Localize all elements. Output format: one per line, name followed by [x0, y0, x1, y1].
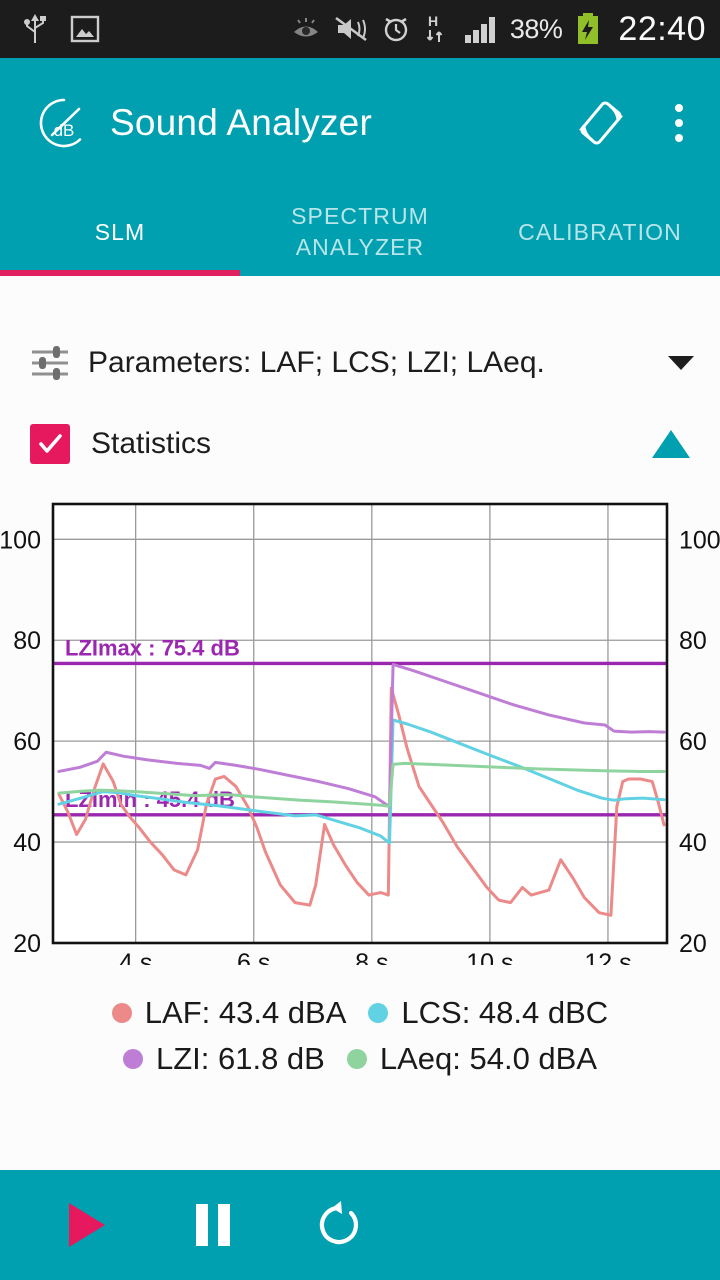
legend-row-2: LZI: 61.8 dB LAeq: 54.0 dBA: [122, 1041, 598, 1077]
slm-chart-svg: LZImax : 75.4 dBLZImin : 45.4 dB20 2040 40…: [0, 502, 720, 965]
eye-smart-stay-icon: [293, 18, 318, 37]
tab-calibration[interactable]: CALIBRATION: [480, 188, 720, 276]
reset-button[interactable]: [306, 1192, 372, 1258]
y-tick-label-left: 40: [13, 829, 41, 857]
legend-item-laeq: LAeq: 54.0 dBA: [346, 1041, 598, 1077]
tab-bar: SLM SPECTRUM ANALYZER CALIBRATION: [0, 188, 720, 276]
statistics-label: Statistics: [91, 427, 212, 460]
y-tick-label-right: 60: [679, 728, 707, 756]
app-bar-actions: [574, 96, 696, 150]
alarm-clock-icon: [384, 17, 408, 42]
transport-bar: [0, 1170, 720, 1280]
status-bar-left-icons: [22, 12, 100, 46]
y-tick-label-left: 60: [13, 728, 41, 756]
reset-icon: [319, 1201, 359, 1245]
app-title: Sound Analyzer: [110, 102, 372, 143]
y-tick-label-right: 80: [679, 627, 707, 655]
status-bar: H 38% 22:40: [0, 0, 720, 58]
parameters-row[interactable]: Parameters: LAF; LCS; LZI; LAeq.: [0, 330, 720, 396]
legend-item-laf: LAF: 43.4 dBA: [111, 995, 347, 1031]
legend-dot-lcs: [368, 1003, 389, 1023]
battery-charging-icon: [578, 13, 599, 44]
gallery-image-icon: [70, 15, 100, 43]
plot-background: [53, 504, 667, 943]
db-gauge-logo-icon: dB: [39, 98, 82, 148]
legend-dot-laeq: [346, 1049, 367, 1069]
legend-label-lcs: LCS: 48.4 dBC: [401, 995, 609, 1030]
legend-label-laf: LAF: 43.4 dBA: [144, 995, 347, 1030]
x-tick-label: 4 s: [119, 949, 152, 965]
signal-bars-icon: [464, 17, 495, 43]
statistics-row[interactable]: Statistics: [0, 414, 720, 474]
check-icon: [39, 434, 62, 453]
triangle-up-icon[interactable]: [652, 430, 690, 458]
x-tick-label: 12 s: [584, 949, 631, 965]
legend-label-laeq: LAeq: 54.0 dBA: [379, 1041, 598, 1076]
legend-label-lzi: LZI: 61.8 dB: [155, 1041, 325, 1076]
y-tick-label-right: 40: [679, 829, 707, 857]
status-clock: 22:40: [618, 9, 706, 48]
screen-rotation-icon[interactable]: [574, 96, 628, 150]
app-root: H 38% 22:40 dB Sound Analyzer SLM SPECTR…: [0, 0, 720, 1280]
tab-spectrum-analyzer[interactable]: SPECTRUM ANALYZER: [240, 188, 480, 276]
sound-mute-vibrate-icon: [335, 16, 367, 42]
slm-chart[interactable]: LZImax : 75.4 dB LZImin : 45.4 dB 20 20 40 40…: [0, 495, 720, 965]
app-bar: dB Sound Analyzer: [0, 58, 720, 188]
legend-dot-laf: [111, 1003, 132, 1023]
svg-text:H: H: [428, 13, 438, 29]
usb-icon: [24, 14, 46, 43]
pause-icon: [196, 1204, 230, 1246]
y-tick-label-right: 100: [679, 526, 720, 554]
y-tick-label-left: 100: [0, 526, 41, 554]
parameters-label: Parameters: LAF; LCS; LZI; LAeq.: [88, 346, 545, 379]
legend-row-1: LAF: 43.4 dBA LCS: 48.4 dBC: [111, 995, 608, 1031]
x-tick-label: 6 s: [237, 949, 270, 965]
svg-text:dB: dB: [54, 121, 75, 140]
hspa-data-icon: H: [426, 13, 443, 42]
y-tick-label-left: 80: [13, 627, 41, 655]
x-tick-label: 8 s: [355, 949, 388, 965]
tab-active-indicator: [0, 270, 240, 276]
chart-legend: LAF: 43.4 dBA LCS: 48.4 dBC LZI: 61.8 dB…: [0, 995, 720, 1077]
pause-button[interactable]: [180, 1192, 246, 1258]
legend-item-lzi: LZI: 61.8 dB: [122, 1041, 325, 1077]
statistics-checkbox[interactable]: [30, 424, 70, 464]
play-button[interactable]: [54, 1192, 120, 1258]
y-tick-label-left: 20: [13, 930, 41, 958]
legend-item-lcs: LCS: 48.4 dBC: [368, 995, 608, 1031]
overflow-menu-icon[interactable]: [662, 96, 696, 150]
chevron-down-icon[interactable]: [668, 356, 694, 370]
x-tick-label: 10 s: [466, 949, 513, 965]
tab-slm[interactable]: SLM: [0, 188, 240, 276]
annotation-label-lzimax: LZImax : 75.4 dB: [65, 635, 240, 660]
status-bar-right-icons: H 38% 22:40: [291, 10, 706, 49]
battery-percent-label: 38%: [509, 13, 563, 44]
play-icon: [69, 1203, 105, 1247]
y-tick-label-right: 20: [679, 930, 707, 958]
tune-sliders-icon: [32, 346, 68, 380]
legend-dot-lzi: [122, 1049, 143, 1069]
